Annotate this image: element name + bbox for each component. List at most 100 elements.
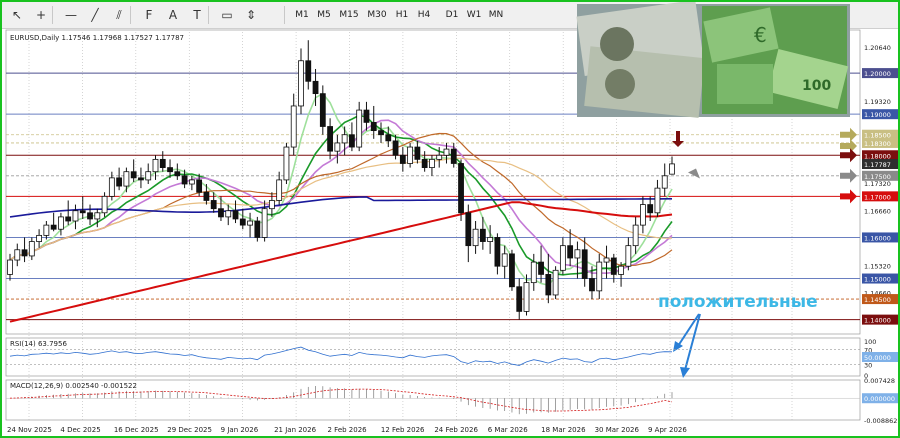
- candle-body: [298, 60, 304, 107]
- candle-body: [407, 146, 414, 164]
- rsi-tick-label: 100: [864, 338, 876, 346]
- candle-body: [21, 249, 28, 257]
- candle-body: [14, 249, 21, 261]
- candle-body: [479, 228, 486, 242]
- candle-body: [356, 109, 363, 148]
- candle-body: [501, 253, 508, 267]
- candle-body: [152, 158, 159, 173]
- candle-body: [610, 257, 617, 275]
- candle-body: [58, 216, 64, 230]
- candle-body: [174, 171, 181, 177]
- date-label: 24 Feb 2026: [434, 426, 478, 434]
- candle-body: [552, 269, 559, 296]
- candle-body: [567, 245, 574, 259]
- candle-body: [218, 208, 224, 218]
- rsi-line: [9, 346, 673, 366]
- candle-body: [647, 204, 654, 214]
- candle-body: [370, 121, 377, 132]
- arrow-right-icon: [840, 189, 857, 204]
- candle-body: [618, 265, 624, 275]
- date-label: 2 Feb 2026: [328, 426, 368, 434]
- candle-body: [341, 134, 348, 144]
- candle-body: [167, 167, 173, 173]
- arrow-right-icon: [840, 138, 857, 153]
- annotation-text: положительные: [658, 292, 818, 312]
- candle-body: [79, 210, 86, 214]
- candle-body: [254, 220, 261, 238]
- chart-header: EURUSD,Daily 1.17546 1.17968 1.17527 1.1…: [10, 34, 184, 42]
- banknotes-photo-icon: [576, 2, 850, 118]
- candle-body: [50, 224, 57, 230]
- candle-body: [472, 228, 479, 247]
- candle-body: [145, 171, 152, 181]
- candle-body: [458, 163, 464, 214]
- macd-signal-line: [9, 388, 673, 412]
- macd-label: MACD(12,26,9) 0.002540 -0.001522: [10, 382, 137, 390]
- candle-body: [290, 105, 297, 148]
- candle-body: [225, 210, 232, 218]
- candle-body: [334, 142, 341, 152]
- candle-body: [283, 146, 290, 181]
- candle-body: [159, 158, 166, 168]
- candle-body: [559, 245, 566, 271]
- candle-body: [523, 282, 530, 312]
- date-label: 9 Apr 2026: [648, 426, 687, 434]
- price-tag-label: 1.20000: [864, 70, 891, 78]
- candle-body: [138, 177, 144, 181]
- candle-body: [268, 200, 275, 210]
- candle-body: [603, 257, 610, 263]
- candle-body: [72, 210, 79, 222]
- macd-tick-label: 0.007428: [864, 377, 895, 385]
- price-tick-label: 1.20640: [864, 44, 891, 52]
- candle-body: [130, 171, 137, 179]
- candle-body: [349, 134, 355, 148]
- candle-body: [87, 212, 93, 220]
- candle-body: [276, 179, 283, 201]
- price-tag-label: 1.19000: [864, 111, 891, 119]
- price-tick-label: 1.15320: [864, 262, 891, 270]
- price-tag-label: 1.15000: [864, 276, 891, 284]
- date-label: 21 Jan 2026: [274, 426, 317, 434]
- candle-body: [530, 261, 537, 284]
- price-tick-label: 1.19320: [864, 98, 891, 106]
- candle-body: [327, 126, 333, 152]
- annotation-arrowhead: [680, 367, 690, 378]
- arrow-right-icon: [840, 168, 857, 183]
- candle-body: [312, 80, 319, 95]
- euro-note: [717, 64, 773, 104]
- candle-body: [581, 249, 588, 279]
- arrow-down-icon: [672, 131, 684, 148]
- macd-tag-label: 0.000000: [864, 395, 895, 403]
- candle-body: [43, 224, 50, 236]
- candle-body: [7, 259, 13, 275]
- rsi-panel: [5, 337, 861, 377]
- candle-body: [261, 208, 268, 238]
- price-tag-label: 1.14500: [864, 296, 891, 304]
- arrow-right-icon: [840, 148, 857, 163]
- candle-body: [625, 245, 632, 267]
- candle-body: [385, 134, 392, 142]
- candle-body: [247, 220, 253, 226]
- candle-body: [421, 158, 428, 168]
- candle-body: [378, 130, 384, 136]
- date-label: 4 Dec 2025: [60, 426, 100, 434]
- candle-body: [363, 109, 370, 123]
- euro-sign: €: [754, 23, 767, 47]
- candle-body: [669, 163, 675, 175]
- candle-body: [108, 177, 115, 197]
- price-tag-label: 1.17500: [864, 173, 891, 181]
- rsi-tag-label: 50.0000: [864, 354, 891, 362]
- dollar-note: [584, 46, 705, 118]
- candle-body: [487, 237, 494, 242]
- candle-body: [239, 218, 246, 226]
- annotation-arrowhead: [673, 341, 683, 352]
- candle-body: [203, 191, 210, 201]
- candle-body: [36, 234, 42, 242]
- candle-body: [399, 154, 406, 164]
- candle-body: [28, 241, 35, 257]
- candle-body: [101, 195, 108, 214]
- price-tag-label: 1.14000: [864, 317, 891, 325]
- date-label: 24 Nov 2025: [7, 426, 52, 434]
- chart-window-frame: ↖ + — ╱ ⫽ F A T ▭ ⇕ M1 M5 M15 M30 H1 H4 D1 W1 MN EURUSD,Da…: [0, 0, 900, 438]
- candle-body: [414, 146, 421, 160]
